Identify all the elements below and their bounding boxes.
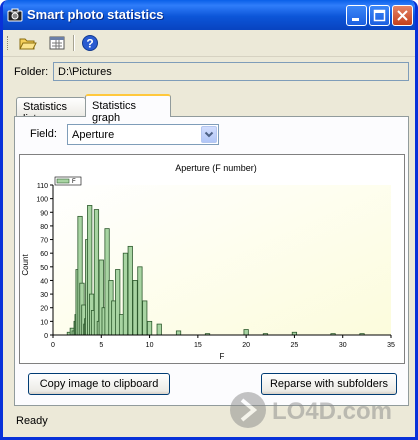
y-tick-label: 110 (37, 183, 48, 190)
svg-text:?: ? (86, 37, 93, 51)
chart-title: Aperture (F number) (175, 163, 257, 173)
y-tick-label: 30 (40, 292, 48, 299)
status-text: Ready (16, 415, 48, 427)
chevron-down-icon (204, 131, 214, 138)
y-axis-label: Count (21, 254, 30, 276)
app-window: Smart photo statistics ? Folder: D:\Pict… (0, 0, 418, 440)
x-axis-label: F (220, 352, 225, 361)
legend-swatch (56, 178, 70, 184)
folder-label: Folder: (14, 66, 49, 78)
watermark-text: LO4D.com (272, 398, 392, 425)
y-tick-label: 80 (40, 224, 48, 231)
histogram-bar (146, 320, 153, 336)
title-bar[interactable]: Smart photo statistics (3, 0, 415, 30)
x-tick-label: 10 (146, 342, 154, 349)
field-select-value: Aperture (72, 129, 115, 141)
open-folder-icon (19, 38, 37, 50)
minimize-icon (352, 18, 359, 21)
histogram-bar (127, 245, 133, 336)
lo4d-watermark: LO4D.com (230, 392, 392, 428)
y-tick-label: 20 (40, 306, 48, 313)
histogram-bar (142, 300, 148, 336)
maximize-button[interactable] (369, 5, 390, 26)
y-tick-label: 0 (44, 333, 48, 340)
y-tick-label: 50 (40, 265, 48, 272)
histogram-bar (93, 209, 100, 336)
close-button[interactable] (392, 5, 413, 26)
x-tick-label: 0 (51, 342, 55, 349)
x-tick-label: 25 (291, 342, 299, 349)
y-tick-label: 40 (40, 278, 48, 285)
x-tick-label: 35 (387, 342, 395, 349)
y-tick-label: 60 (40, 251, 48, 258)
y-tick-label: 90 (40, 210, 48, 217)
y-tick-label: 10 (40, 319, 48, 326)
x-tick-label: 20 (242, 342, 250, 349)
toolbar-separator (73, 35, 75, 51)
histogram-bar (243, 329, 249, 336)
window-title: Smart photo statistics (27, 7, 164, 22)
help-button[interactable]: ? (80, 33, 100, 53)
histogram-bar (122, 252, 129, 336)
y-tick-label: 70 (40, 238, 48, 245)
y-tick-label: 100 (36, 197, 48, 204)
tab-statistics-list[interactable]: Statistics list (16, 97, 86, 125)
toolbar-grip[interactable] (7, 36, 10, 50)
dropdown-button[interactable] (201, 126, 217, 143)
histogram-bar (137, 266, 143, 336)
field-label: Field: (30, 128, 57, 140)
plot-area: 0 10 20 30 40 50 60 70 80 90 100 110 0 5 10 15 20 25 30 35 F (36, 176, 395, 349)
help-icon: ? (82, 35, 98, 51)
aperture-chart: Aperture (F number) Count F 0 10 20 30 40 50 6… (19, 154, 405, 364)
histogram-bar (156, 323, 162, 336)
legend-label: F (72, 179, 76, 185)
x-tick-label: 5 (99, 342, 103, 349)
close-icon (397, 10, 408, 21)
x-tick-label: 30 (339, 342, 347, 349)
chart-svg: Aperture (F number) Count F 010203040506… (21, 163, 395, 361)
histogram-bar (132, 280, 138, 336)
x-tick-label: 15 (194, 342, 202, 349)
toolbar: ? (3, 30, 415, 57)
report-button[interactable] (47, 33, 67, 53)
report-icon (49, 36, 65, 50)
field-select[interactable]: Aperture (67, 124, 219, 145)
open-folder-button[interactable] (17, 33, 37, 53)
folder-path-field[interactable]: D:\Pictures (53, 62, 409, 81)
copy-image-button[interactable]: Copy image to clipboard (28, 373, 170, 395)
maximize-icon (373, 9, 386, 22)
tab-statistics-graph[interactable]: Statistics graph (85, 94, 171, 124)
minimize-button[interactable] (346, 5, 367, 26)
camera-app-icon (7, 8, 23, 22)
histogram-bar (175, 330, 182, 336)
